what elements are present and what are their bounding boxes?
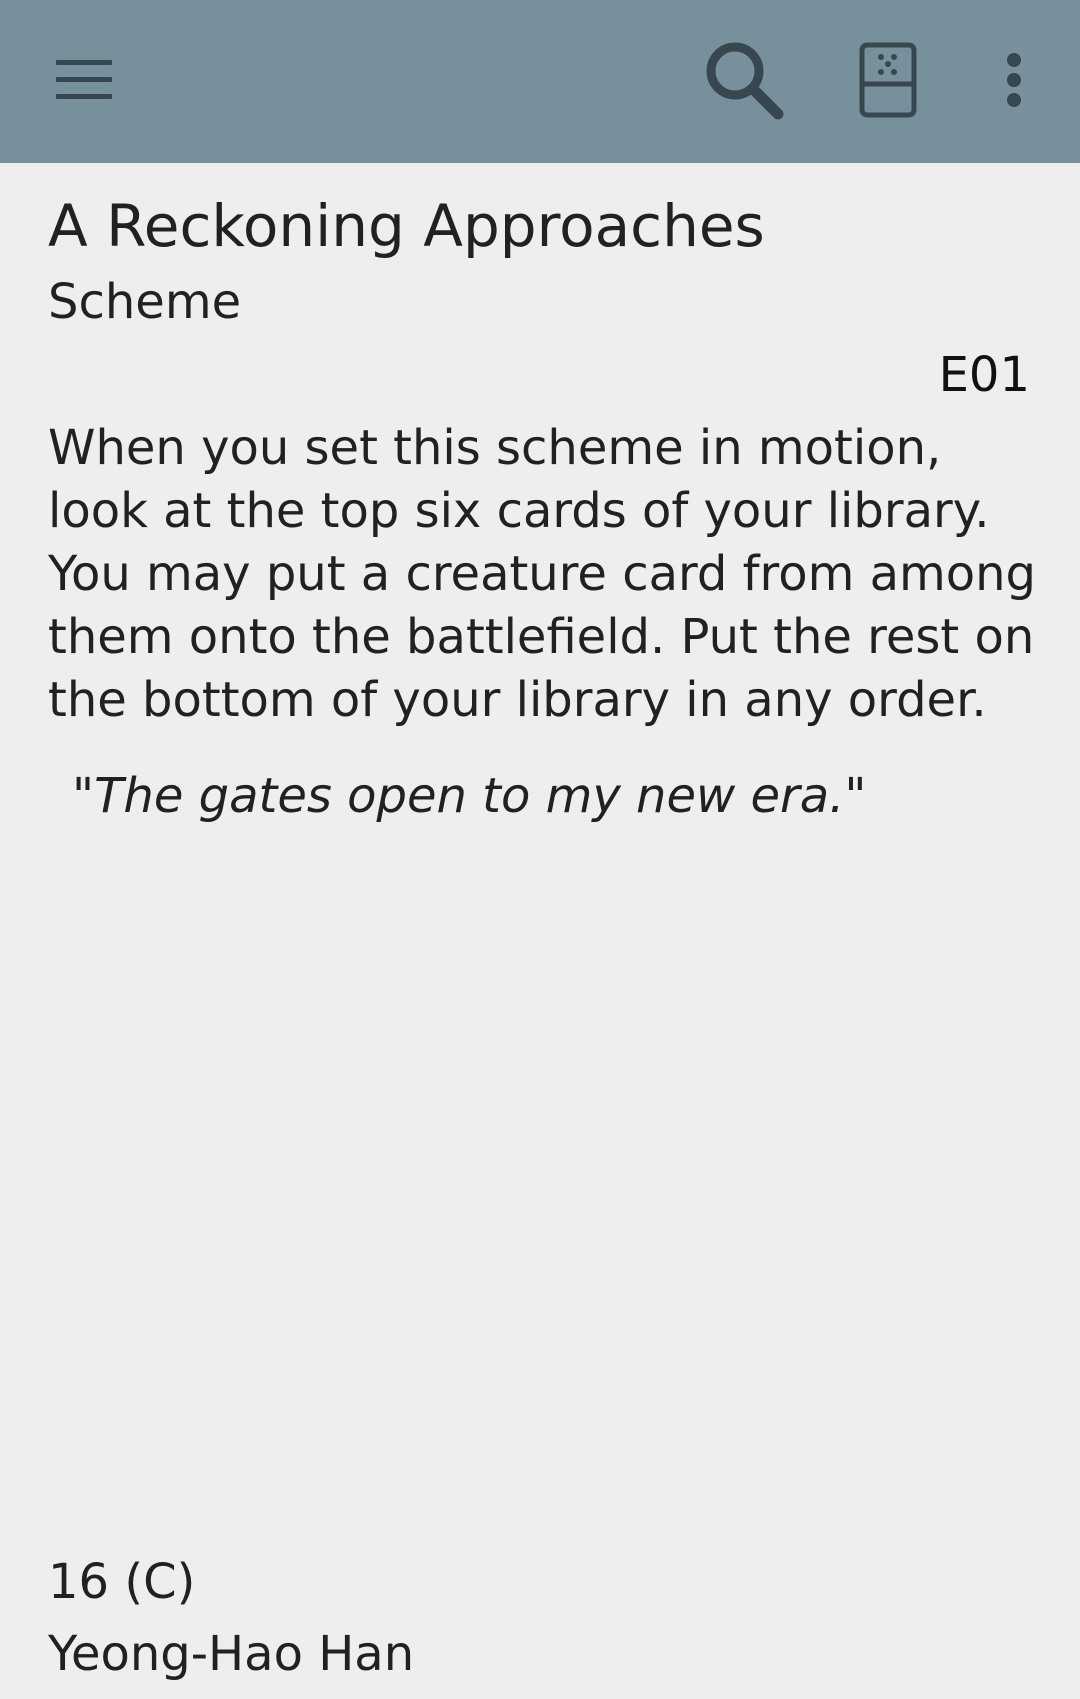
card-flavor-text: "The gates open to my new era." — [72, 768, 867, 824]
random-card-button[interactable] — [848, 36, 928, 124]
card-set-number: E01 — [938, 347, 1030, 403]
menu-icon — [56, 60, 112, 99]
card-footer: 16 (C) Yeong-Hao Han — [48, 1546, 1032, 1690]
card-type: Scheme — [48, 274, 242, 330]
overflow-menu-button[interactable] — [988, 40, 1040, 120]
menu-button[interactable] — [44, 40, 124, 120]
collector-number: 16 (C) — [48, 1554, 196, 1610]
card-name: A Reckoning Approaches — [48, 192, 765, 260]
card-rules-text: When you set this scheme in motion, look… — [48, 420, 1037, 728]
artist-name: Yeong-Hao Han — [48, 1626, 415, 1682]
random-card-icon — [859, 42, 917, 118]
search-button[interactable] — [700, 36, 788, 124]
search-icon — [706, 42, 784, 120]
app-bar — [0, 0, 1080, 163]
more-vert-icon — [1007, 53, 1021, 107]
